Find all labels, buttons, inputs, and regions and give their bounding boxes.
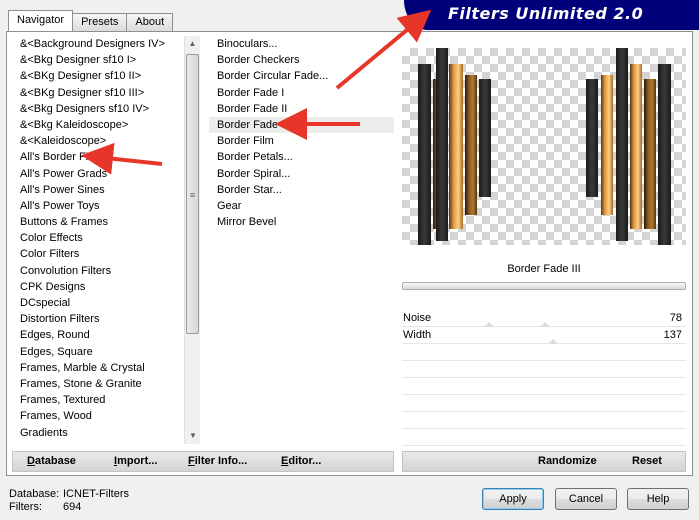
param-empty-row (402, 395, 686, 412)
filter-item[interactable]: Border Fade I (209, 85, 394, 101)
category-item[interactable]: Frames, Stone & Granite (12, 376, 197, 392)
tab-about[interactable]: About (126, 13, 174, 31)
category-item[interactable]: &<Kaleidoscope> (12, 133, 197, 149)
app-title: Filters Unlimited 2.0 (448, 4, 644, 23)
tab-bar: Navigator Presets About (8, 10, 174, 31)
category-item[interactable]: Frames, Textured (12, 392, 197, 408)
category-item[interactable]: &<Bkg Designers sf10 IV> (12, 101, 197, 117)
param-empty-row (402, 344, 686, 361)
database-button[interactable]: Database (27, 455, 76, 467)
preview-bar (644, 79, 656, 229)
preview-bar (601, 75, 613, 215)
category-item[interactable]: Buttons & Frames (12, 214, 197, 230)
preview-bar (630, 64, 642, 229)
param-empty-row (402, 412, 686, 429)
randomize-button[interactable]: Randomize (538, 455, 597, 467)
parameter-list: Noise 78 Width 137 (402, 310, 686, 463)
category-item[interactable]: Gradients (12, 425, 197, 441)
preview-bar (418, 64, 431, 245)
database-label: Database: (9, 488, 60, 500)
category-item[interactable]: Edges, Round (12, 327, 197, 343)
selected-filter-name: Border Fade III (507, 263, 581, 275)
filter-list[interactable]: Binoculars... Border Checkers Border Cir… (209, 36, 394, 444)
category-item[interactable]: CPK Designs (12, 279, 197, 295)
preview-bar (479, 79, 491, 197)
filter-control-slider[interactable] (402, 282, 686, 290)
param-name: Noise (403, 312, 432, 324)
param-name: Width (403, 329, 432, 341)
filter-info-button[interactable]: Filter Info... (188, 455, 247, 467)
category-item[interactable]: Color Effects (12, 230, 197, 246)
preview-bar (586, 79, 598, 197)
category-item[interactable]: Convolution Filters (12, 263, 197, 279)
bottom-toolbar-right: Randomize Reset (402, 451, 686, 472)
status-area: Database: ICNET-Filters Filters: 694 (9, 488, 129, 514)
category-item[interactable]: &<Bkg Designer sf10 I> (12, 52, 197, 68)
category-item[interactable]: &<BKg Designer sf10 III> (12, 85, 197, 101)
filter-item[interactable]: Border Star... (209, 182, 394, 198)
apply-button[interactable]: Apply (482, 488, 544, 510)
slider-tick-icon (548, 339, 558, 344)
tab-navigator[interactable]: Navigator (8, 10, 74, 31)
preview-bar (658, 64, 671, 245)
category-item[interactable]: &<BKg Designer sf10 II> (12, 68, 197, 84)
filter-item[interactable]: Gear (209, 198, 394, 214)
scroll-up-icon[interactable]: ▲ (185, 36, 200, 52)
category-item-selected[interactable]: All's Border FX (12, 149, 197, 165)
param-empty-row (402, 361, 686, 378)
filter-item[interactable]: Binoculars... (209, 36, 394, 52)
param-empty-row (402, 429, 686, 446)
category-scrollbar[interactable]: ▲ ≡ ▼ (184, 36, 200, 444)
preview-bar (616, 48, 628, 241)
filter-item[interactable]: Border Fade II (209, 101, 394, 117)
category-item[interactable]: DCspecial (12, 295, 197, 311)
tab-presets[interactable]: Presets (72, 13, 128, 31)
category-item[interactable]: All's Power Toys (12, 198, 197, 214)
category-item[interactable]: Distortion Filters (12, 311, 197, 327)
cancel-button[interactable]: Cancel (555, 488, 617, 510)
preview-bar (449, 64, 463, 229)
category-item[interactable]: Color Filters (12, 246, 197, 262)
param-value: 78 (669, 312, 682, 324)
param-width[interactable]: Width 137 (402, 327, 686, 344)
filter-item[interactable]: Border Film (209, 133, 394, 149)
help-button[interactable]: Help (627, 488, 689, 510)
import-button[interactable]: Import... (114, 455, 157, 467)
scroll-grip-icon[interactable]: ≡ (186, 54, 199, 334)
editor-button[interactable]: Editor... (281, 455, 321, 467)
category-item[interactable]: Edges, Square (12, 344, 197, 360)
category-item[interactable]: &<Bkg Kaleidoscope> (12, 117, 197, 133)
filter-item[interactable]: Border Spiral... (209, 166, 394, 182)
scroll-down-icon[interactable]: ▼ (185, 428, 201, 444)
filters-count-value: 694 (63, 501, 82, 513)
filter-preview (402, 48, 686, 245)
category-list[interactable]: &<Background Designers IV> &<Bkg Designe… (12, 36, 198, 444)
param-noise[interactable]: Noise 78 (402, 310, 686, 327)
bottom-toolbar-left: Database Import... Filter Info... Editor… (12, 451, 394, 472)
filter-item-selected[interactable]: Border Fade III (209, 116, 394, 134)
database-value: ICNET-Filters (63, 488, 129, 500)
filter-item[interactable]: Mirror Bevel (209, 214, 394, 230)
filter-item[interactable]: Border Checkers (209, 52, 394, 68)
param-value: 137 (663, 329, 682, 341)
preview-bar (465, 75, 477, 215)
filter-item[interactable]: Border Circular Fade... (209, 68, 394, 84)
category-item[interactable]: All's Power Grads (12, 166, 197, 182)
filters-count-label: Filters: (9, 501, 42, 513)
category-item[interactable]: Frames, Wood (12, 408, 197, 424)
filter-item[interactable]: Border Petals... (209, 149, 394, 165)
category-item[interactable]: Frames, Marble & Crystal (12, 360, 197, 376)
category-item[interactable]: All's Power Sines (12, 182, 197, 198)
category-item[interactable]: &<Background Designers IV> (12, 36, 197, 52)
preview-bar (436, 48, 448, 241)
param-empty-row (402, 378, 686, 395)
reset-button[interactable]: Reset (632, 455, 662, 467)
